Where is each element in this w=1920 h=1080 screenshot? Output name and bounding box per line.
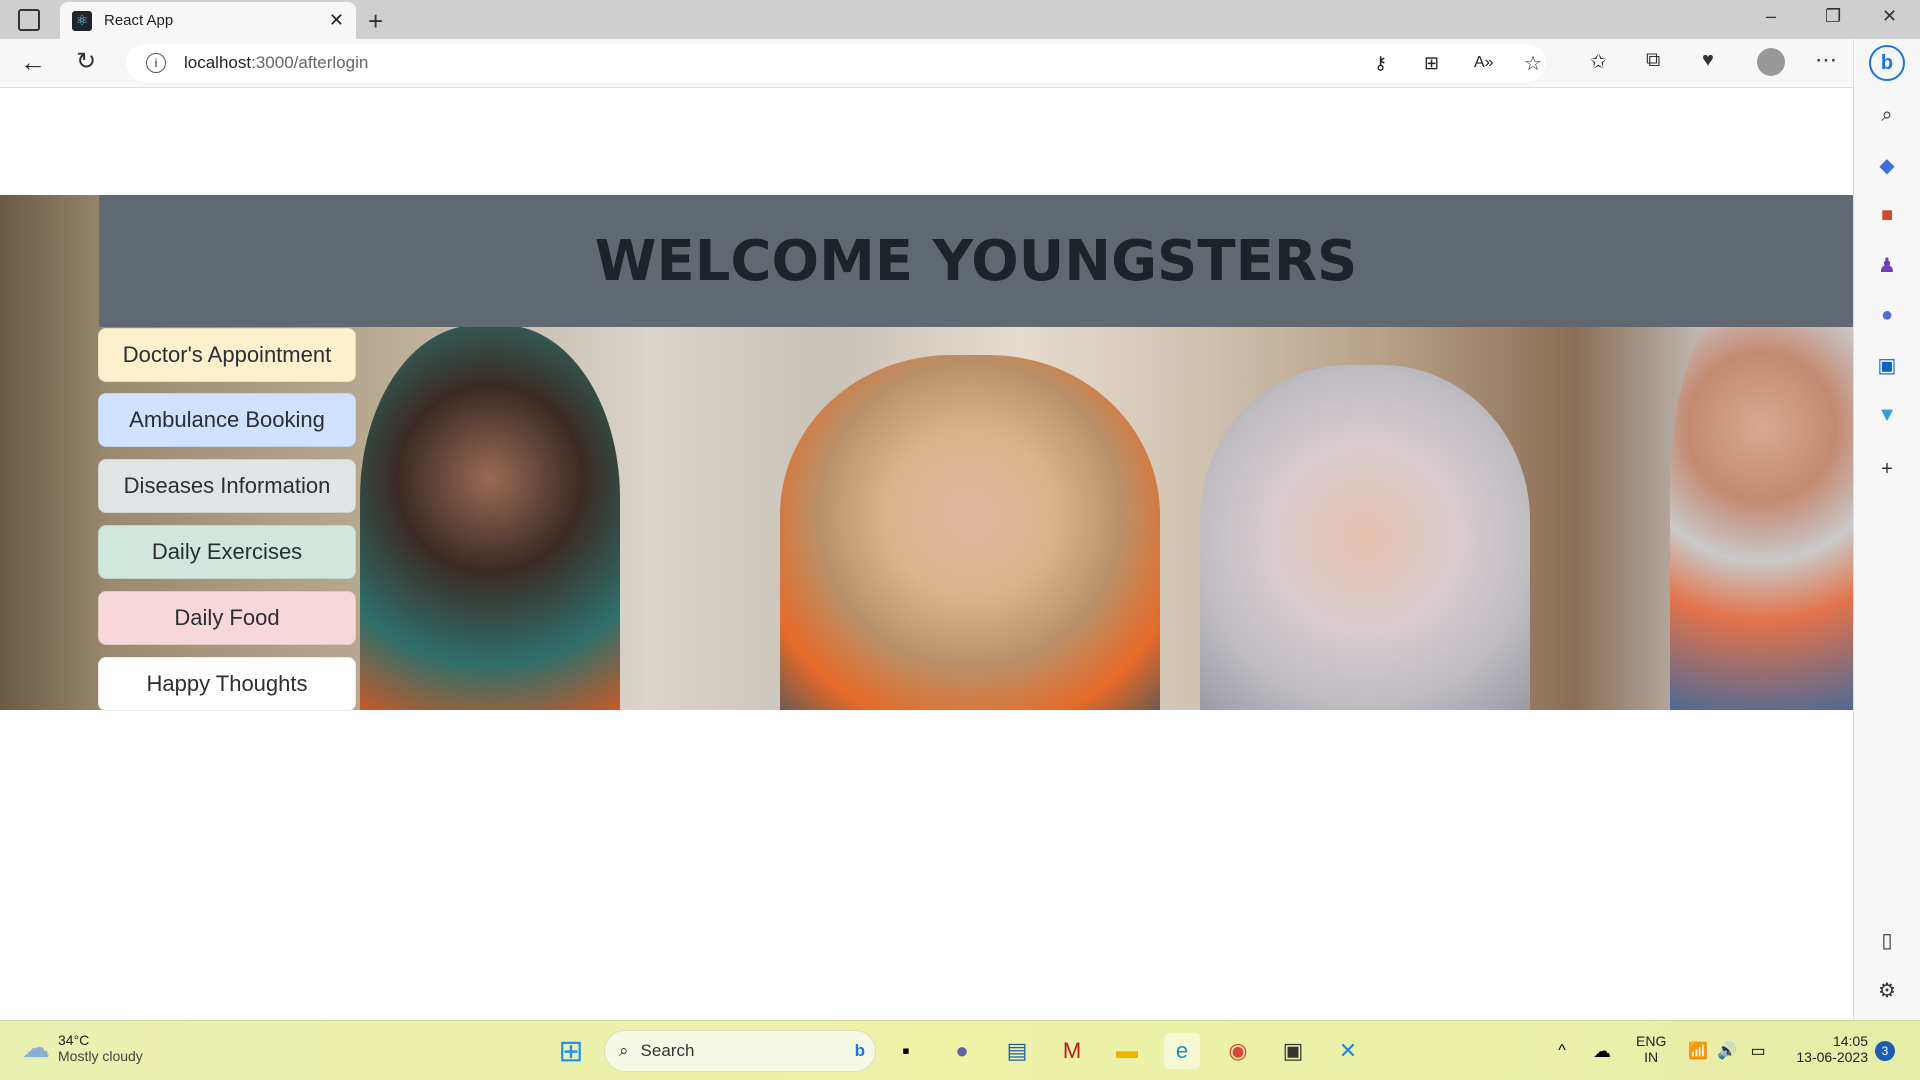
favorite-star-icon[interactable]: ☆ [1524, 51, 1542, 76]
vscode-icon[interactable]: ✕ [1330, 1033, 1366, 1069]
settings-gear-icon[interactable]: ⚙ [1872, 975, 1902, 1005]
url-host: localhost [184, 53, 252, 72]
apps-icon[interactable]: ⊞ [1424, 53, 1439, 74]
drop-icon[interactable]: ▼ [1872, 400, 1902, 430]
games-icon[interactable]: ♟ [1872, 250, 1902, 280]
daily-food-button[interactable]: Daily Food [98, 591, 356, 645]
lang-top: ENG [1636, 1033, 1667, 1049]
tab-title: React App [104, 12, 174, 29]
read-aloud-icon[interactable]: A» [1474, 54, 1494, 72]
bing-copilot-icon[interactable]: b [1869, 45, 1905, 81]
more-options-icon[interactable]: ⋯ [1815, 47, 1837, 73]
happy-thoughts-button[interactable]: Happy Thoughts [98, 657, 356, 711]
lang-bottom: IN [1644, 1049, 1659, 1065]
microsoft-store-icon[interactable]: ▤ [999, 1033, 1035, 1069]
close-window-icon[interactable]: ✕ [1882, 6, 1897, 27]
ambulance-booking-button[interactable]: Ambulance Booking [98, 393, 356, 447]
page-title: WELCOME YOUNGSTERS [594, 228, 1358, 294]
clock-time: 14:05 [1832, 1033, 1868, 1049]
show-hidden-icons[interactable]: ^ [1544, 1033, 1580, 1069]
search-placeholder: Search [640, 1041, 695, 1060]
tab-actions-icon[interactable] [18, 9, 40, 31]
windows-taskbar: ☁ 34°C Mostly cloudy ⊞ ⌕ Search b ▪ ● ▤ … [0, 1020, 1920, 1080]
search-icon[interactable]: ⌕ [1872, 100, 1902, 130]
tools-icon[interactable]: ■ [1872, 200, 1902, 230]
profile-avatar-icon[interactable] [1757, 48, 1785, 76]
password-key-icon[interactable]: ⚷ [1374, 53, 1387, 74]
windows-start-icon[interactable]: ⊞ [553, 1033, 589, 1069]
shopping-tag-icon[interactable]: ◆ [1872, 150, 1902, 180]
url-input[interactable]: i localhost:3000/afterlogin ⚷ ⊞ A» ☆ [126, 44, 1546, 82]
sidebar-panel-icon[interactable]: ▯ [1872, 925, 1902, 955]
diseases-information-button[interactable]: Diseases Information [98, 459, 356, 513]
terminal-icon[interactable]: ▣ [1275, 1033, 1311, 1069]
mcafee-icon[interactable]: M [1054, 1033, 1090, 1069]
url-path: :3000/afterlogin [251, 53, 369, 72]
edge-sidebar: b ⌕ ◆ ■ ♟ ● ▣ ▼ + ▯ ⚙ [1853, 39, 1920, 1020]
notification-badge[interactable]: 3 [1875, 1041, 1895, 1061]
clock[interactable]: 14:05 13-06-2023 [1784, 1033, 1868, 1065]
back-icon[interactable]: ← [20, 47, 46, 78]
add-sidebar-app-icon[interactable]: + [1872, 454, 1902, 484]
new-tab-icon[interactable]: + [368, 6, 383, 37]
site-info-icon[interactable]: i [146, 53, 166, 73]
cloudy-weather-icon: ☁ [22, 1032, 50, 1063]
favorites-icon[interactable]: ✩ [1590, 49, 1607, 74]
taskbar-search[interactable]: ⌕ Search b [604, 1030, 876, 1072]
browser-tab[interactable]: ⚛ React App ✕ [60, 2, 356, 39]
close-tab-icon[interactable]: ✕ [329, 10, 344, 31]
teams-chat-icon[interactable]: ● [944, 1033, 980, 1069]
weather-temp: 34°C [58, 1031, 90, 1048]
browser-tab-bar: ⚛ React App ✕ + – ❐ ✕ [0, 0, 1920, 39]
edge-icon[interactable]: e [1164, 1033, 1200, 1069]
address-bar-row: ← ↻ i localhost:3000/afterlogin ⚷ ⊞ A» ☆… [0, 39, 1920, 88]
daily-exercises-button[interactable]: Daily Exercises [98, 525, 356, 579]
battery-icon[interactable]: ▭ [1740, 1033, 1776, 1069]
clock-date: 13-06-2023 [1796, 1049, 1868, 1065]
collections-icon[interactable]: ⧉ [1646, 49, 1660, 72]
task-view-icon[interactable]: ▪ [888, 1033, 924, 1069]
refresh-icon[interactable]: ↻ [76, 47, 96, 76]
minimize-icon[interactable]: – [1766, 6, 1776, 27]
file-explorer-icon[interactable]: ▬ [1109, 1033, 1145, 1069]
language-indicator[interactable]: ENG IN [1636, 1033, 1666, 1065]
browser-essentials-icon[interactable]: ♥ [1702, 49, 1714, 72]
onedrive-icon[interactable]: ☁ [1584, 1033, 1620, 1069]
search-icon: ⌕ [619, 1041, 629, 1060]
page-content: WELCOME YOUNGSTERS Doctor's Appointment … [0, 89, 1853, 1020]
bing-icon: b [854, 1041, 865, 1060]
weather-widget[interactable]: ☁ 34°C Mostly cloudy [22, 1031, 143, 1064]
weather-desc: Mostly cloudy [58, 1047, 143, 1064]
react-favicon-icon: ⚛ [72, 10, 92, 31]
chrome-icon[interactable]: ◉ [1220, 1033, 1256, 1069]
welcome-header: WELCOME YOUNGSTERS [99, 195, 1853, 327]
microsoft-365-icon[interactable]: ● [1872, 300, 1902, 330]
outlook-icon[interactable]: ▣ [1872, 350, 1902, 380]
restore-icon[interactable]: ❐ [1825, 6, 1841, 27]
doctors-appointment-button[interactable]: Doctor's Appointment [98, 328, 356, 382]
